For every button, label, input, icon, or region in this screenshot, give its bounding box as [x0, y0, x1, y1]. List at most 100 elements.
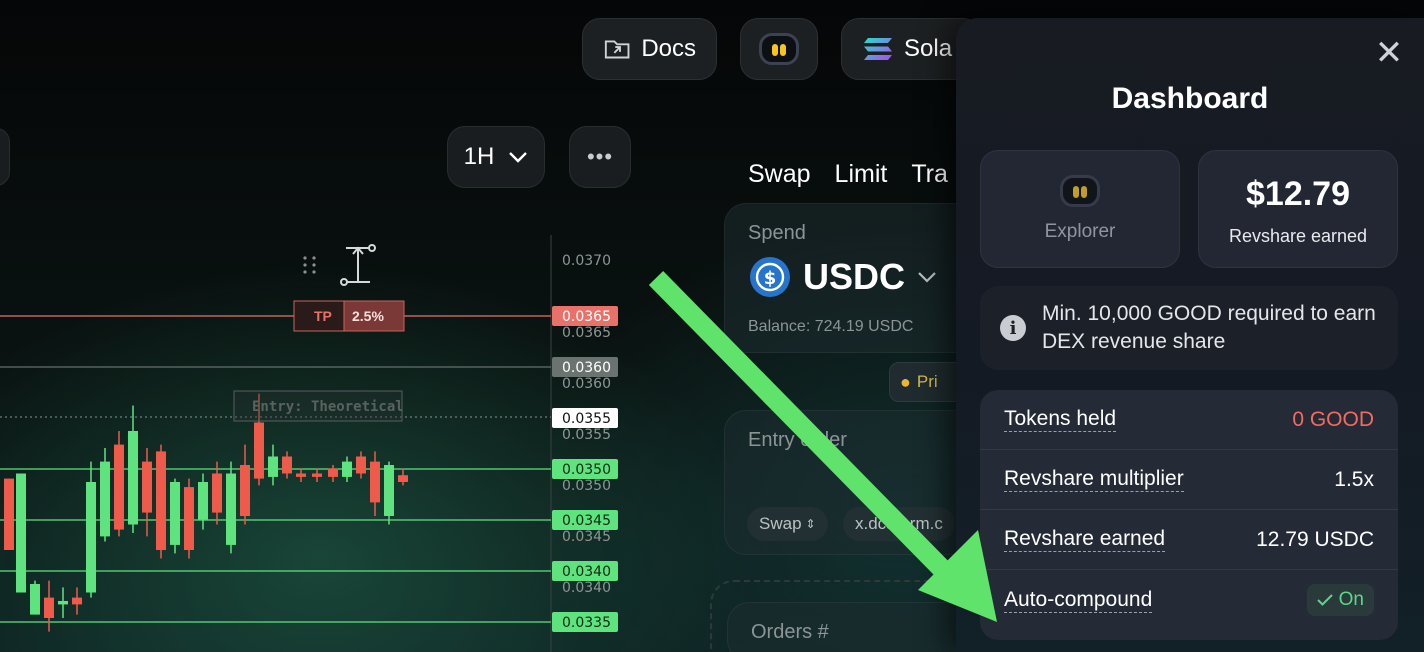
- robot-icon: [759, 33, 799, 65]
- chevron-down-icon: [509, 152, 528, 163]
- candle: [100, 461, 110, 537]
- price-tag-label: 0.0340: [562, 564, 611, 580]
- tp-badge-label: TP: [314, 308, 332, 324]
- mode-label: Swap: [759, 514, 802, 533]
- revshare-notice: i Min. 10,000 GOOD required to earn DEX …: [980, 286, 1398, 370]
- multiplier-label[interactable]: Revshare multiplier: [1004, 467, 1184, 492]
- orders-card: Orders #: [727, 602, 987, 652]
- candle: [370, 461, 380, 503]
- revshare-earned-value: 12.79 USDC: [1256, 527, 1374, 551]
- axis-tick-label: 0.0370: [562, 253, 611, 269]
- entry-order-label: Entry order: [748, 429, 847, 451]
- tab-trade[interactable]: Tra: [911, 160, 948, 189]
- promo-label: Pri: [916, 372, 938, 391]
- axis-tick-label: 0.0355: [562, 427, 611, 443]
- auto-compound-toggle[interactable]: On: [1306, 584, 1374, 616]
- axis-tick-label: 0.0345: [562, 529, 611, 545]
- mode-chip[interactable]: Swap ⇕: [747, 507, 828, 541]
- docs-label: Docs: [641, 35, 696, 62]
- svg-text:$: $: [764, 268, 777, 289]
- candle: [170, 482, 180, 545]
- explorer-tile[interactable]: Explorer: [980, 150, 1180, 268]
- more-icon: •••: [586, 144, 614, 169]
- docs-icon: [604, 40, 630, 59]
- candle: [16, 473, 26, 593]
- dashboard-title: Dashboard: [1111, 82, 1269, 115]
- revshare-caption: Revshare earned: [1228, 226, 1368, 246]
- axis-tick-label: 0.0365: [562, 325, 611, 341]
- candle: [198, 482, 208, 520]
- timeframe-selector[interactable]: 1H: [447, 126, 545, 188]
- info-icon: i: [1000, 315, 1026, 341]
- measure-tool-icon[interactable]: [340, 244, 376, 286]
- entry-order-card: Entry order Swap ⇕ x.dca.arm.c: [724, 410, 984, 555]
- tp-badge[interactable]: TP 2.5%: [293, 300, 405, 332]
- price-tag-label: 0.0350: [562, 462, 611, 478]
- multiplier-value: 1.5x: [1334, 467, 1374, 491]
- price-tag-label: 0.0365: [562, 309, 611, 325]
- candle: [312, 473, 322, 477]
- robot-icon: [1060, 175, 1100, 207]
- candle: [356, 456, 366, 474]
- candle: [86, 482, 96, 593]
- tokens-held-label[interactable]: Tokens held: [1004, 407, 1117, 432]
- candle: [142, 461, 152, 513]
- check-icon: [1316, 594, 1333, 606]
- chart-tool-button[interactable]: [0, 128, 10, 186]
- notice-text: Min. 10,000 GOOD required to earn DEX re…: [1042, 302, 1376, 353]
- candle: [282, 456, 292, 474]
- sort-icon: ⇕: [805, 517, 816, 531]
- orders-label: Orders #: [751, 621, 829, 643]
- candle: [156, 451, 166, 550]
- axis-tick-label: 0.0360: [562, 376, 611, 392]
- docs-button[interactable]: Docs: [582, 18, 717, 80]
- table-row: Auto-compound On: [980, 570, 1398, 630]
- network-label: Sola: [904, 35, 953, 62]
- price-tag-label: 0.0355: [562, 411, 611, 427]
- trade-tabs: Swap Limit Tra: [748, 160, 948, 189]
- revshare-earned-label[interactable]: Revshare earned: [1004, 527, 1166, 552]
- token-selector[interactable]: $ USDC: [749, 256, 937, 298]
- axis-tick-label: 0.0340: [562, 580, 611, 596]
- tab-swap[interactable]: Swap: [748, 160, 811, 189]
- revshare-amount: $12.79: [1246, 175, 1350, 213]
- token-symbol: USDC: [803, 256, 906, 297]
- medal-icon: ●: [900, 371, 911, 392]
- balance-text: Balance: 724.19 USDC: [748, 318, 914, 335]
- timeframe-label: 1H: [463, 143, 495, 170]
- chevron-down-icon: [918, 272, 936, 283]
- entry-label: Entry: Theoretical: [252, 399, 404, 415]
- candle: [212, 473, 222, 513]
- table-row: Revshare earned 12.79 USDC: [980, 510, 1398, 570]
- auto-compound-value: On: [1338, 589, 1364, 610]
- tab-limit[interactable]: Limit: [835, 160, 888, 189]
- candle: [254, 422, 264, 479]
- candle: [384, 465, 394, 516]
- auto-compound-label[interactable]: Auto-compound: [1004, 588, 1153, 613]
- price-tag-label: 0.0345: [562, 513, 611, 529]
- spend-card: Spend $ USDC Balance: 724.19 USDC: [724, 203, 984, 353]
- candle: [72, 597, 82, 605]
- tokens-held-value: 0 GOOD: [1292, 407, 1374, 431]
- candle: [114, 444, 124, 530]
- candle: [328, 468, 338, 477]
- usdc-icon: $: [750, 257, 790, 297]
- candle: [44, 597, 54, 618]
- dashboard-panel: ✕ Dashboard Explorer $12.79 Revshare ear…: [956, 18, 1424, 652]
- candle: [240, 465, 250, 516]
- candle: [268, 456, 278, 477]
- close-icon[interactable]: ✕: [1374, 36, 1404, 70]
- candle: [128, 431, 138, 525]
- candle: [296, 473, 306, 477]
- assistant-button[interactable]: [740, 18, 818, 80]
- axis-tick-label: 0.0350: [562, 478, 611, 494]
- candle: [30, 584, 40, 615]
- address-label: x.dca.arm.c: [855, 514, 943, 533]
- explorer-label: Explorer: [1044, 221, 1116, 242]
- price-chart[interactable]: Entry: Theoretical TP 2.5% 0.03700.03650…: [0, 230, 640, 652]
- address-chip[interactable]: x.dca.arm.c: [843, 507, 955, 541]
- candle: [398, 475, 408, 482]
- more-options-button[interactable]: •••: [569, 126, 631, 188]
- table-row: Tokens held 0 GOOD: [980, 390, 1398, 450]
- drag-handle-icon[interactable]: [303, 256, 316, 274]
